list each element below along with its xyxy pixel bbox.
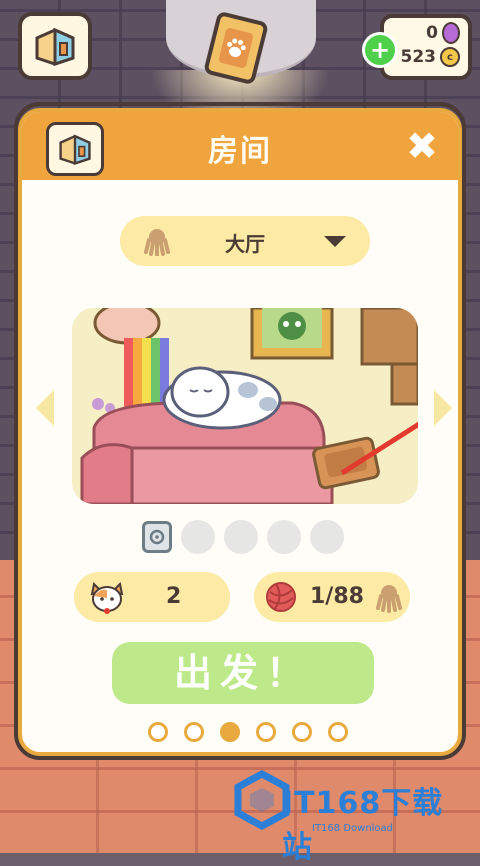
gem-icon xyxy=(442,22,460,44)
room-dropdown[interactable]: 大厅 xyxy=(120,216,370,266)
item-slots xyxy=(142,520,344,554)
yarn-ball-icon xyxy=(266,582,296,612)
coin-counter: 523 c xyxy=(400,47,460,67)
page-dot[interactable] xyxy=(148,722,168,742)
cat-count: 2 xyxy=(166,584,182,609)
go-button[interactable]: 出发！ xyxy=(112,642,374,704)
close-button[interactable]: ✖ xyxy=(404,127,440,165)
page-indicator xyxy=(148,722,348,742)
page-dot[interactable] xyxy=(184,722,204,742)
cat-face-icon xyxy=(90,581,124,614)
watermark: IT168下载站 IT168 Download xyxy=(232,766,472,865)
coin-count: 523 xyxy=(400,47,437,67)
cats-counter: 2 xyxy=(74,572,230,622)
octopus-icon xyxy=(376,585,402,613)
chevron-down-icon xyxy=(324,236,346,247)
page-dot[interactable] xyxy=(328,722,348,742)
watermark-subtext: IT168 Download xyxy=(312,823,394,834)
empty-slot xyxy=(267,520,301,554)
page-dot[interactable] xyxy=(292,722,312,742)
page-dot[interactable] xyxy=(256,722,276,742)
gem-count: 0 xyxy=(426,23,438,43)
next-room-arrow[interactable] xyxy=(434,390,452,426)
page-dot-active[interactable] xyxy=(220,722,240,742)
room-icon xyxy=(35,27,75,66)
room-preview-image xyxy=(72,308,418,504)
coin-icon: c xyxy=(440,47,460,67)
paw-icon xyxy=(218,27,254,69)
room-button[interactable] xyxy=(18,12,92,80)
previous-room-arrow[interactable] xyxy=(36,390,54,426)
empty-slot xyxy=(224,520,258,554)
empty-slot xyxy=(310,520,344,554)
empty-slot xyxy=(181,520,215,554)
dialog-header: 房间 ✖ xyxy=(22,112,458,180)
add-currency-button[interactable]: + xyxy=(362,32,398,68)
safe-icon[interactable] xyxy=(142,521,172,553)
dialog-title: 房间 xyxy=(208,134,272,169)
yarn-count: 1/88 xyxy=(310,584,364,609)
yarn-counter: 1/88 xyxy=(254,572,410,622)
gem-counter: 0 xyxy=(426,22,460,44)
room-dialog: 房间 ✖ 大厅 2 1/88 出发！ xyxy=(18,108,462,756)
